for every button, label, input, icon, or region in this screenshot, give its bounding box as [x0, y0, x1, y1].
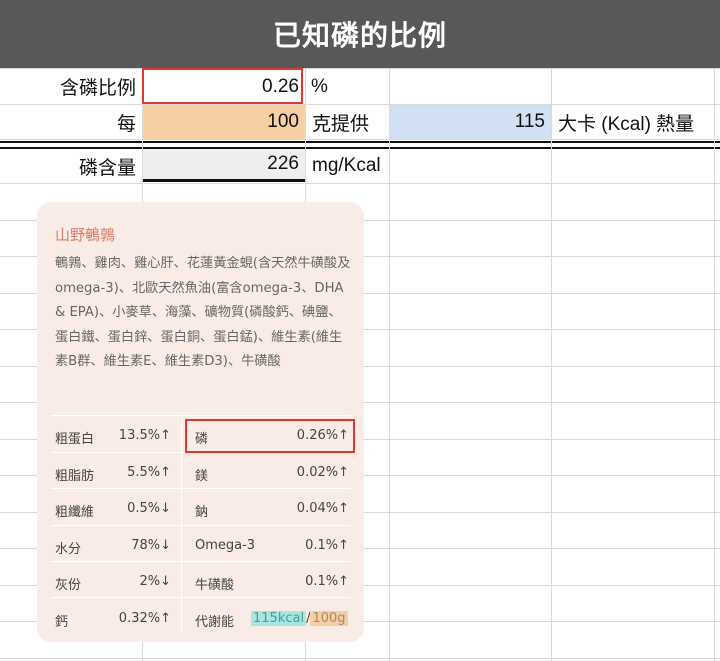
grid-line	[0, 139, 720, 140]
card-divider	[51, 561, 351, 562]
nutrient-value: 0.32%↑	[118, 611, 171, 626]
metabolizable-energy-value: 115kcal/100g	[251, 611, 355, 626]
card-divider	[51, 525, 351, 526]
ingredients-text: 鵪鶉、雞肉、雞心肝、花蓮黃金蜆(含天然牛磺酸及omega-3)、北歐天然魚油(富…	[55, 256, 351, 369]
nutrient-value: 5.5%↑	[127, 465, 171, 480]
nutrient-name: 粗蛋白	[55, 432, 95, 447]
nutrition-label-image: 山野鵪鶉 鵪鶉、雞肉、雞心肝、花蓮黃金蜆(含天然牛磺酸及omega-3)、北歐天…	[37, 202, 364, 642]
grid-line	[0, 658, 720, 659]
sheet-title: 已知磷的比例	[0, 0, 720, 68]
product-name: 山野鵪鶉	[55, 226, 116, 244]
energy-kcal: 115kcal	[251, 611, 307, 626]
energy-weight: 100g	[310, 611, 348, 626]
nutrient-value: 0.04%↑	[296, 501, 349, 516]
nutrient-value: 13.5%↑	[118, 428, 171, 443]
card-column-divider	[181, 415, 182, 633]
nutrient-name: 鎂	[195, 469, 209, 484]
phosphorus-content-label[interactable]: 磷含量	[0, 149, 142, 183]
nutrient-name: 水分	[55, 542, 82, 557]
nutrient-name: 鈉	[195, 505, 209, 520]
ratio-label[interactable]: 含磷比例	[0, 69, 142, 104]
phosphorus-content-unit[interactable]: mg/Kcal	[306, 149, 406, 183]
result-underline	[143, 179, 305, 182]
nutrient-name: 粗纖維	[55, 505, 95, 520]
card-divider	[51, 597, 351, 598]
ratio-unit[interactable]: %	[305, 69, 389, 104]
nutrient-name: 牛磺酸	[195, 578, 235, 593]
card-divider	[51, 415, 351, 416]
per-label[interactable]: 每	[0, 105, 142, 139]
nutrient-value: 2%↓	[139, 574, 171, 589]
kcal-input-cell[interactable]: 115	[390, 105, 551, 139]
nutrient-name: Omega-3	[195, 538, 256, 553]
nutrient-value: 0.1%↑	[305, 574, 349, 589]
nutrient-name: 鈣	[55, 615, 69, 630]
grid-line-thick	[0, 141, 720, 143]
grid-line	[0, 183, 720, 184]
nutrient-name: 代謝能	[195, 615, 235, 630]
phosphorus-highlight-box	[185, 419, 355, 453]
grams-input-cell[interactable]: 100	[143, 105, 305, 139]
nutrient-value: 78%↓	[131, 538, 171, 553]
nutrient-value: 0.02%↑	[296, 465, 349, 480]
nutrient-name: 灰份	[55, 578, 82, 593]
card-divider	[51, 488, 351, 489]
nutrient-name: 粗脂肪	[55, 469, 95, 484]
nutrient-value: 0.5%↓	[127, 501, 171, 516]
phosphorus-content-result[interactable]: 226	[143, 149, 305, 179]
grid-col-line	[551, 69, 552, 661]
provide-label[interactable]: 克提供	[306, 105, 389, 139]
ratio-highlight-box	[142, 68, 303, 104]
kcal-unit[interactable]: 大卡 (Kcal) 熱量	[552, 105, 720, 139]
nutrient-value: 0.1%↑	[305, 538, 349, 553]
grid-col-line	[714, 69, 715, 661]
